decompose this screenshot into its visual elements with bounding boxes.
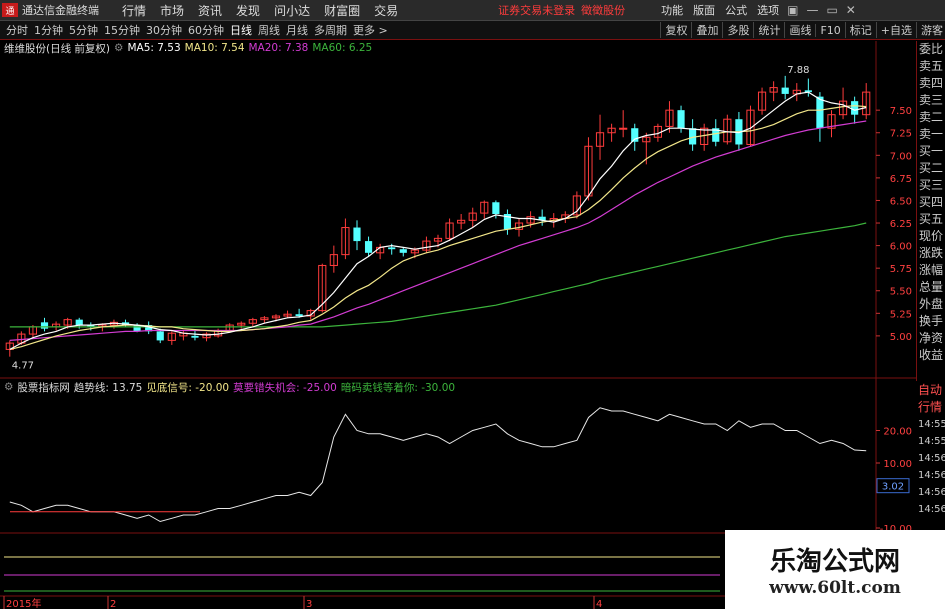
stock-title[interactable]: 维维股份(日线 前复权) [4,41,110,56]
tick-time: 14:56 [918,470,945,481]
tick-time: 14:55 [918,436,945,447]
candle-down [295,314,303,317]
candle-down [388,247,396,250]
price-tick-label: 7.50 [890,106,912,117]
side-item-volume[interactable]: 总量 [917,279,945,296]
side-item-earnings[interactable]: 收益 [917,347,945,364]
price-tick-label: 5.50 [890,287,912,298]
candle-up [619,127,628,130]
indicator-tick-label: 10.00 [883,459,912,470]
low-annotation: 4.77 [12,361,34,372]
quote-panel: 委比 卖五 卖四 卖三 卖二 卖一 买一 买二 买三 买四 买五 现价 涨跌 涨… [916,41,945,381]
candle-down [851,101,859,115]
side-item-sell3[interactable]: 卖三 [917,92,945,109]
trend-label: 趋势线: 13.75 [73,381,143,394]
candle-down [40,322,49,329]
side-item-price[interactable]: 现价 [917,228,945,245]
bottom-signal-label: 见底信号: -20.00 [146,381,230,394]
candle-down [677,110,685,129]
side-item-turnover[interactable]: 换手 [917,313,945,330]
watermark-url: www.60lt.com [769,578,901,598]
dont-miss-label: 莫要错失机会: -25.00 [233,381,337,394]
price-tick-label: 6.75 [890,174,912,185]
candle-down [75,319,83,326]
quote-toggle[interactable]: 行情 [916,399,945,416]
side-item-change[interactable]: 涨跌 [917,245,945,262]
side-item-ratio[interactable]: 委比 [917,41,945,58]
auto-toggle[interactable]: 自动 [916,382,945,399]
tick-time: 14:55 [918,419,945,430]
ma20-line [9,120,867,341]
indicator-tick-label: 20.00 [883,427,912,438]
side-item-buy1[interactable]: 买一 [917,143,945,160]
chart-info: 维维股份(日线 前复权) ⚙ MA5: 7.53 MA10: 7.54 MA20… [0,41,376,55]
price-tick-label: 7.25 [890,129,912,140]
side-item-outer[interactable]: 外盘 [917,296,945,313]
side-item-buy4[interactable]: 买四 [917,194,945,211]
price-tick-label: 5.00 [890,332,912,343]
indicator-name[interactable]: 股票指标网 [17,380,70,395]
candle-down [781,87,789,94]
trend-line [9,407,867,523]
price-tick-label: 6.25 [890,219,912,230]
ma60-label: MA60: 6.25 [312,42,373,54]
candle-down [364,241,373,253]
ma20-label: MA20: 7.38 [248,42,309,54]
side-item-sell4[interactable]: 卖四 [917,75,945,92]
candle-down [191,335,199,338]
kline-chart[interactable]: 7.50 7.25 7.00 6.75 6.50 6.25 6.00 5.75 5.50 5.25… [0,0,945,609]
date-label: 2 [110,599,116,609]
side-item-sell1[interactable]: 卖一 [917,126,945,143]
price-tick-label: 6.00 [890,242,912,253]
side-item-buy2[interactable]: 买二 [917,160,945,177]
candle-down [399,249,407,253]
date-label: 2015年 [6,597,41,609]
price-tick-label: 5.75 [890,264,912,275]
side-item-buy3[interactable]: 买三 [917,177,945,194]
watermark-title: 乐淘公式网 [769,547,900,577]
date-axis: 2015年 2 3 4 [3,596,602,609]
site-watermark: 乐淘公式网 www.60lt.com [725,530,945,609]
price-tick-label: 7.00 [890,151,912,162]
candle-down [353,227,361,242]
date-label: 4 [596,599,602,609]
settings-icon[interactable]: ⚙ [4,381,13,393]
side-item-sell5[interactable]: 卖五 [917,58,945,75]
ma10-label: MA10: 7.54 [184,42,245,54]
date-label: 3 [306,599,312,609]
indicator-info: ⚙ 股票指标网 趋势线: 13.75 见底信号: -20.00 莫要错失机会: … [0,380,459,394]
candle-down [816,96,824,129]
side-item-buy5[interactable]: 买五 [917,211,945,228]
chart-frame [0,41,916,597]
indicator-axis: 20.0010.00-10.003.02 [876,427,912,535]
tick-time: 14:56 [918,487,945,498]
side-item-sell2[interactable]: 卖二 [917,109,945,126]
high-annotation: 7.88 [787,65,809,76]
side-item-net-assets[interactable]: 净资 [917,330,945,347]
wait-label: 暗码卖钱等着你: -30.00 [340,381,456,394]
side-item-change-pct[interactable]: 涨幅 [917,262,945,279]
settings-icon[interactable]: ⚙ [114,42,123,54]
price-tick-label: 5.25 [890,309,912,320]
tick-panel: 自动 行情 14:55 14:55 14:56 14:56 14:56 14:5… [916,382,945,515]
price-tick-label: 6.50 [890,196,912,207]
candle-down [156,331,164,341]
candle-down [492,202,500,214]
tick-time: 14:56 [918,504,945,515]
tick-time: 14:56 [918,453,945,464]
price-axis: 7.50 7.25 7.00 6.75 6.50 6.25 6.00 5.75 5.50 5.25… [876,106,912,343]
ma5-label: MA5: 7.53 [127,42,181,54]
current-value-label: 3.02 [882,482,904,493]
